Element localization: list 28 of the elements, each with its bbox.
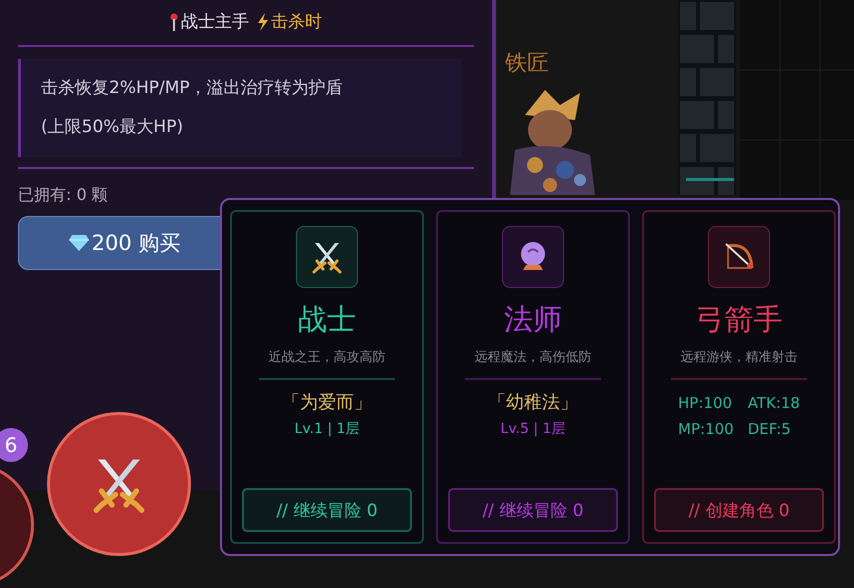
lightning-icon [257, 12, 269, 30]
class-action-button[interactable]: // 创建角色 0 [654, 488, 824, 532]
class-card[interactable]: 战士 近战之王，高攻高防 「为爱而」 Lv.1 | 1层 // 继续冒险 0 [230, 210, 424, 544]
class-name: 战士 [298, 301, 356, 338]
class-tagline: 远程游侠，精准射击 [680, 349, 798, 366]
class-card[interactable]: 法师 远程魔法，高伤低防 「幼稚法」 Lv.5 | 1层 // 继续冒险 0 [436, 210, 630, 544]
character-title: 「幼稚法」 [488, 391, 578, 414]
class-name: 法师 [504, 301, 562, 338]
class-tagline: 远程魔法，高伤低防 [474, 349, 592, 366]
pin-icon [170, 12, 178, 30]
diamond-icon [68, 234, 90, 252]
owned-count: 已拥有: 0 颗 [18, 185, 109, 206]
stat-value: HP:100 [678, 394, 734, 412]
class-action-button[interactable]: // 继续冒险 0 [242, 488, 412, 532]
stat-value: MP:100 [678, 420, 734, 438]
class-action-button[interactable]: // 继续冒险 0 [448, 488, 618, 532]
npc-label: 铁匠 [505, 50, 549, 78]
class-tagline: 近战之王，高攻高防 [268, 349, 386, 366]
character-title: 「为爱而」 [282, 391, 372, 414]
stat-value: DEF:5 [748, 420, 792, 438]
effect-description: 击杀恢复2%HP/MP，溢出治疗转为护盾(上限50%最大HP) [18, 59, 462, 158]
class-card[interactable]: 弓箭手 远程游侠，精准射击 HP:100 ATK:18 MP:100 DEF:5 // 创建角色 0 [642, 210, 836, 544]
stat-value: ATK:18 [748, 394, 800, 412]
trigger-label: 击杀时 [257, 10, 322, 33]
slot-label: 战士主手 [170, 10, 249, 33]
class-name: 弓箭手 [696, 301, 782, 338]
character-level: Lv.5 | 1层 [500, 420, 566, 438]
character-level: Lv.1 | 1层 [294, 420, 360, 438]
